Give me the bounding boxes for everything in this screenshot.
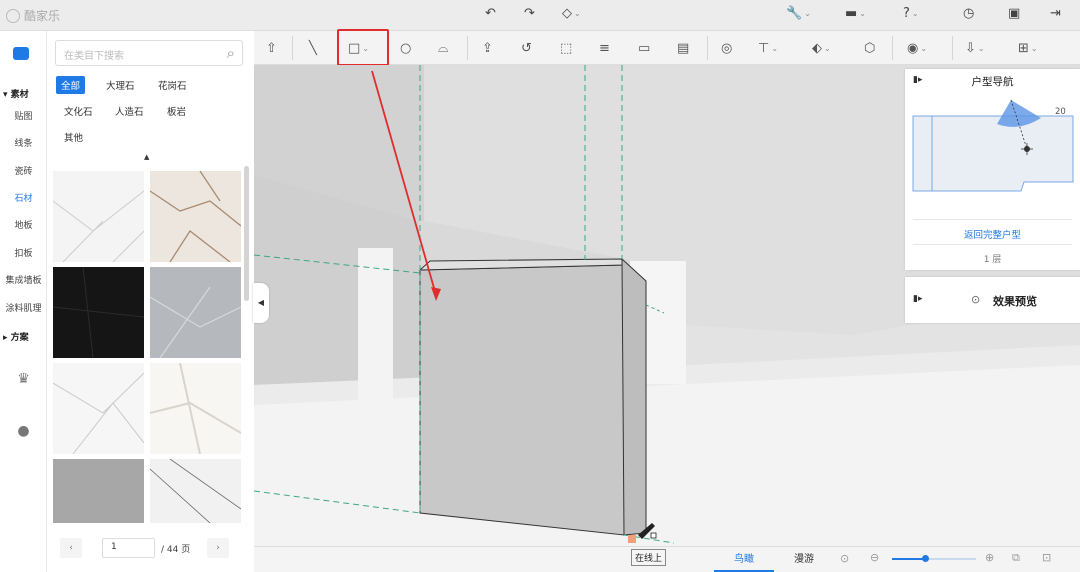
book-icon[interactable]: ▬ ⌄ [845,6,866,21]
render-preview-panel: ▮▸ ⊙ 效果预览 [905,277,1080,323]
view-birdseye-tab[interactable]: 鸟瞰 [714,547,774,572]
panel-toggle-icon[interactable]: ▮▸ [913,294,922,304]
camera-icon: ⊙ [971,293,981,306]
sidebar-item-wall-panel[interactable]: 集成墙板 [0,273,47,286]
floorplan-navigator: ▮▸ 户型导航 20 返回完整户型 1 层 [905,69,1080,270]
material-tile[interactable] [53,267,144,358]
material-tile[interactable] [150,363,241,454]
material-panel: 在类目下搜索 ⌕ 全部 大理石 花岗石 文化石 人造石 板岩 其他 ▲ [47,31,253,572]
sidebar-item-ceiling-panel[interactable]: 扣板 [0,246,47,259]
select-area-icon[interactable]: ⬚ [560,38,572,58]
floor-label[interactable]: 1 层 [905,252,1080,265]
category-granite[interactable]: 花岗石 [153,76,192,94]
view-roam-tab[interactable]: 漫游 [784,547,824,572]
cube-icon[interactable]: ⬡ [864,38,875,58]
category-slate[interactable]: 板岩 [162,102,191,120]
zoom-slider[interactable] [892,555,976,562]
exit-icon[interactable]: ⇥ [1050,6,1061,21]
material-tile[interactable] [53,171,144,262]
sidebar-item-stone[interactable]: 石材 [0,191,47,204]
material-library-icon[interactable] [13,47,29,60]
material-tile[interactable] [150,459,241,523]
camera-angle-value: 20 [1055,107,1066,117]
user-icon[interactable]: ● [0,423,47,439]
layout-icon[interactable]: ▤ [677,38,689,58]
next-page-button[interactable]: › [207,538,229,558]
eraser-icon[interactable]: ◇ ⌄ [562,6,581,21]
view-status-bar: 鸟瞰 漫游 ⊙ ⊖ ⊕ ⧉ ⊡ [254,546,1080,572]
upload-icon[interactable]: ⇧ [266,38,277,58]
material-tile[interactable] [150,171,241,262]
snap-tooltip: 在线上 [631,549,667,566]
app-name: 酷家乐 [24,9,61,23]
sidebar-item-molding[interactable]: 线条 [0,136,47,149]
category-artificial-stone[interactable]: 人造石 [110,102,149,120]
prev-page-button[interactable]: ‹ [60,538,82,558]
category-marble[interactable]: 大理石 [101,76,140,94]
material-scrollbar[interactable] [244,166,249,301]
screenshot-icon[interactable]: ⧉ [1012,551,1020,565]
app-logo: 酷家乐 [6,7,60,24]
arc-tool-icon[interactable]: ⌓ [438,38,448,58]
fit-view-icon[interactable]: ⊡ [1042,551,1051,564]
rectangle-tool-highlight [337,29,389,66]
line-tool-icon[interactable]: ╲ [309,38,317,58]
category-all[interactable]: 全部 [56,76,86,94]
nav-group-plan[interactable]: ▸ 方案 [3,330,29,343]
logo-icon [6,8,20,23]
wrench-icon[interactable]: 🔧 ⌄ [786,6,811,21]
material-tile[interactable] [53,363,144,454]
circle-tool-icon[interactable]: ○ [400,38,411,58]
redo-icon[interactable]: ↷ [524,6,535,21]
category-cultured-stone[interactable]: 文化石 [59,102,98,120]
navigator-title: 户型导航 [971,76,1014,88]
collapse-left-panel-button[interactable]: ◀ [253,283,269,323]
history-icon[interactable]: ◷ [963,6,974,21]
sidebar-item-paint[interactable]: 涂料肌理 [0,301,47,314]
sidebar-item-texture[interactable]: 贴图 [0,109,47,122]
stairs-icon[interactable]: ≡ [599,38,610,58]
top-bar: 酷家乐 ↶ ↷ ◇ ⌄ 🔧 ⌄ ▬ ⌄ ? ⌄ ◷ ▣ ⇥ [0,0,1080,31]
floorplan-map[interactable] [905,94,1080,224]
material-tile[interactable] [150,267,241,358]
paint-icon[interactable]: ⬖ ⌄ [812,38,831,58]
search-placeholder: 在类目下搜索 [64,51,124,62]
search-input[interactable]: 在类目下搜索 ⌕ [55,40,243,66]
map-icon[interactable]: ⊞ ⌄ [1018,38,1038,58]
camera-settings-icon[interactable]: ⊙ [840,552,849,565]
spiral-icon[interactable]: ◎ [721,38,732,58]
save-icon[interactable]: ▣ [1008,6,1020,21]
collapse-up-icon[interactable]: ▲ [144,153,149,161]
bend-icon[interactable]: ↺ [521,38,532,58]
page-total: / 44 页 [161,545,191,555]
crown-icon[interactable]: ♛ [0,371,47,387]
category-other[interactable]: 其他 [59,128,88,146]
back-to-full-plan-link[interactable]: 返回完整户型 [905,227,1080,241]
left-nav: ▾ 素材 贴图 线条 瓷砖 石材 地板 扣板 集成墙板 涂料肌理 ▸ 方案 ♛ … [0,31,47,572]
material-tile[interactable] [53,459,144,523]
zoom-in-icon[interactable]: ⊕ [985,551,994,564]
eye-icon[interactable]: ◉ ⌄ [907,38,927,58]
page-input[interactable]: 1 [102,538,155,558]
sidebar-item-tile[interactable]: 瓷砖 [0,164,47,177]
zoom-out-icon[interactable]: ⊖ [870,551,879,564]
undo-icon[interactable]: ↶ [485,6,496,21]
search-icon[interactable]: ⌕ [227,44,235,62]
sidebar-item-floor[interactable]: 地板 [0,218,47,231]
panel-icon[interactable]: ▭ [638,38,650,58]
download-icon[interactable]: ⇩ ⌄ [965,38,985,58]
nav-group-material[interactable]: ▾ 素材 [3,87,29,100]
help-icon[interactable]: ? ⌄ [903,6,919,21]
preview-title[interactable]: 效果预览 [993,293,1037,309]
align-icon[interactable]: ⊤ ⌄ [758,38,778,58]
extrude-icon[interactable]: ⇪ [482,38,493,58]
